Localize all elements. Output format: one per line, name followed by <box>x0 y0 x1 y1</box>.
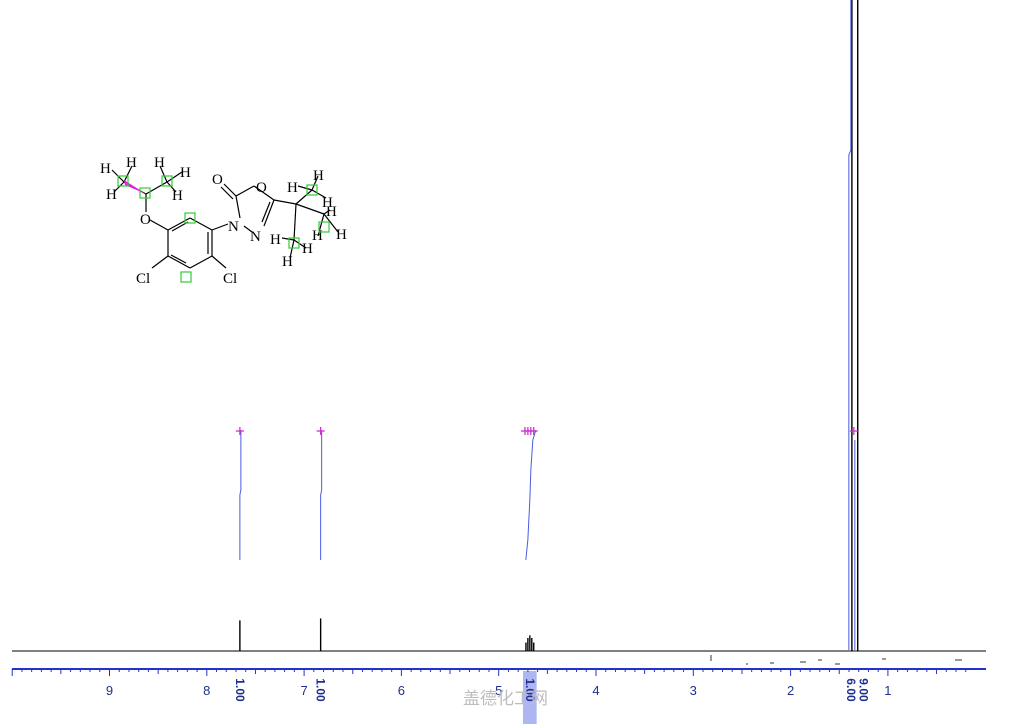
x-tick-label: 9 <box>106 683 113 698</box>
x-tick-label: 1 <box>884 683 891 698</box>
hydrogen-label: H <box>287 180 298 196</box>
hydrogen-label: H <box>180 165 191 181</box>
hydrogen-label: H <box>106 187 117 203</box>
integral-value-label: 6.00 <box>844 678 858 702</box>
atom-n3: N <box>228 219 239 235</box>
integral-curve <box>320 430 323 560</box>
hydrogen-label: H <box>282 254 293 270</box>
hydrogen-label: H <box>270 232 281 248</box>
integral-curve <box>848 0 852 650</box>
hydrogen-label: H <box>302 241 313 257</box>
nmr-spectrum-chart: 987654321 1.001.001.006.009.00 盖德化工网 <box>11 0 986 724</box>
peak-markers <box>235 427 858 435</box>
x-tick-label: 4 <box>592 683 599 698</box>
integral-curves <box>239 0 856 650</box>
x-tick-label: 7 <box>300 683 307 698</box>
spectrum-peaks <box>239 0 859 651</box>
hydrogen-label: H <box>313 168 324 184</box>
x-tick-label: 2 <box>787 683 794 698</box>
x-tick-label: 6 <box>398 683 405 698</box>
integral-curve <box>525 429 537 561</box>
hydrogen-label: H <box>172 188 183 204</box>
baseline-noise <box>710 655 962 665</box>
x-axis-ticks <box>11 669 967 676</box>
atom-o-ring: O <box>256 180 267 196</box>
atom-o-ether: O <box>140 212 151 228</box>
integral-labels: 1.00 1.00 1.00 6.009.00 <box>233 678 871 702</box>
integral-curve <box>239 430 242 560</box>
atom-o-carbonyl: O <box>212 172 223 188</box>
hydrogen-label: H <box>154 155 165 171</box>
watermark-text: 盖德化工网 <box>463 689 548 709</box>
integral-value-label: 1.00 <box>233 678 247 702</box>
molecule-structure: O Cl Cl N N O O H H H H H H H H H H H H … <box>100 155 347 287</box>
hydrogen-label: H <box>336 227 347 243</box>
atom-cl-right: Cl <box>223 271 237 287</box>
hydrogen-label: H <box>100 161 111 177</box>
hydrogen-label: H <box>326 204 337 220</box>
x-tick-label: 3 <box>690 683 697 698</box>
atom-n4: N <box>250 229 261 245</box>
atom-cl-left: Cl <box>136 271 150 287</box>
integral-value-label: 9.00 <box>857 678 871 702</box>
integral-value-label: 1.00 <box>314 678 328 702</box>
hydrogen-label: H <box>312 228 323 244</box>
benzene-ring <box>167 217 213 269</box>
hydrogen-label: H <box>126 155 137 171</box>
x-tick-label: 8 <box>203 683 210 698</box>
